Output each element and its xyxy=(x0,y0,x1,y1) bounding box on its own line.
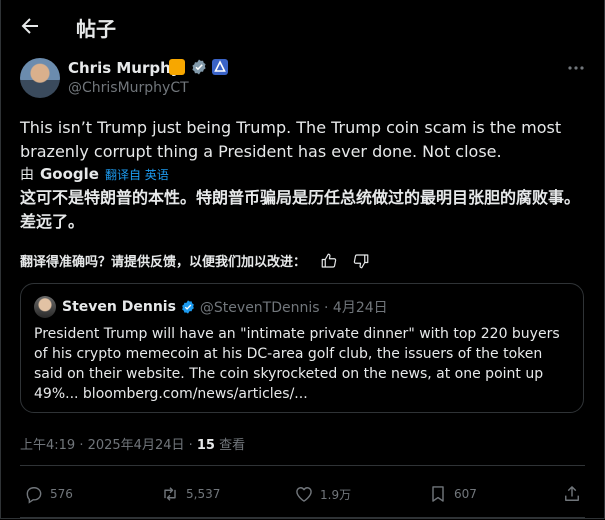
share-icon xyxy=(565,486,579,501)
page-title: 帖子 xyxy=(76,17,116,41)
bottom-divider xyxy=(20,517,585,518)
quoted-header: Steven Dennis @StevenTDennis · 4月24日 xyxy=(62,297,388,317)
author-handle[interactable]: @ChrisMurphyCT xyxy=(68,80,189,96)
reply-button[interactable]: 576 xyxy=(24,484,73,504)
verified-gray-icon xyxy=(192,59,206,75)
divider xyxy=(20,465,585,466)
badge-glyph-icon xyxy=(214,60,226,72)
bookmark-button[interactable]: 607 xyxy=(428,484,477,504)
reply-icon xyxy=(26,487,42,504)
post-meta: 上午4:19 · 2025年4月24日 · 15 查看 xyxy=(20,434,245,453)
post-timestamp[interactable]: 上午4:19 · 2025年4月24日 · xyxy=(20,438,197,453)
quoted-handle-date: @StevenTDennis · 4月24日 xyxy=(199,300,388,316)
repost-count: 5,537 xyxy=(186,487,221,501)
thumbs-up-icon[interactable] xyxy=(320,252,338,270)
translation-feedback: 翻译得准确吗？请提供反馈，以便我们加以改进： xyxy=(20,251,370,270)
like-button[interactable]: 1.9万 xyxy=(294,484,351,504)
like-icon xyxy=(296,487,312,502)
feedback-prompt: 翻译得准确吗？请提供反馈，以便我们加以改进： xyxy=(20,255,307,270)
post-text-original: This isn’t Trump just being Trump. The T… xyxy=(20,118,562,161)
post-text-translated: 这可不是特朗普的本性。特朗普币骗局是历任总统做过的最明目张胆的腐败事。差远了。 xyxy=(20,188,581,231)
quoted-post[interactable]: Steven Dennis @StevenTDennis · 4月24日 Pre… xyxy=(20,283,584,413)
verified-blue-icon xyxy=(182,300,194,314)
share-button[interactable] xyxy=(562,484,582,504)
bookmark-count: 607 xyxy=(454,487,477,501)
quoted-text: President Trump will have an "intimate p… xyxy=(34,326,560,402)
google-logo: Google xyxy=(40,165,99,183)
orange-badge-icon xyxy=(169,59,185,75)
quoted-author-name[interactable]: Steven Dennis xyxy=(62,299,176,315)
blue-badge-icon xyxy=(212,59,228,75)
bookmark-icon xyxy=(432,486,444,502)
by-prefix: 由 xyxy=(20,167,34,183)
author-name[interactable]: Chris Murphy xyxy=(68,59,181,77)
top-bar: 帖子 xyxy=(0,0,605,53)
repost-icon xyxy=(164,487,176,501)
repost-button[interactable]: 5,537 xyxy=(160,484,220,504)
back-arrow-icon[interactable] xyxy=(18,14,42,38)
translation-attribution: 由 Google 翻译自 英语 xyxy=(20,164,169,184)
like-count: 1.9万 xyxy=(320,487,352,502)
avatar[interactable] xyxy=(20,58,60,98)
views-count: 15 xyxy=(196,438,215,453)
quoted-avatar[interactable] xyxy=(34,296,56,318)
thumbs-down-icon[interactable] xyxy=(352,252,370,270)
reply-count: 576 xyxy=(50,487,73,501)
views-label: 查看 xyxy=(214,438,246,453)
more-icon[interactable] xyxy=(566,58,586,78)
translated-from-link[interactable]: 翻译自 英语 xyxy=(105,166,169,183)
